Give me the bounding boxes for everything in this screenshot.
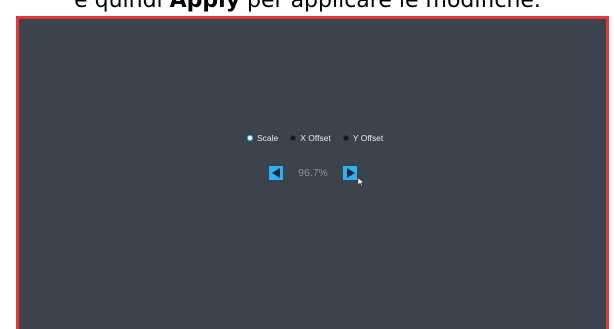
scale-value: 96.7% xyxy=(298,167,328,179)
caption-apply-word: Apply xyxy=(169,0,241,13)
caption-suffix: per applicare le modifiche. xyxy=(240,0,541,13)
display-adjust-screen: Scale X Offset Y Offset 96.7% xyxy=(19,19,606,329)
radio-selected-icon xyxy=(247,135,253,141)
highlight-frame: Scale X Offset Y Offset 96.7% xyxy=(16,16,609,329)
decrease-button[interactable] xyxy=(269,166,283,180)
value-stepper: 96.7% xyxy=(269,166,357,180)
tutorial-screenshot: e quindi Apply per applicare le modifich… xyxy=(0,0,615,329)
instruction-caption: e quindi Apply per applicare le modifich… xyxy=(0,0,615,14)
increase-button[interactable] xyxy=(343,166,357,180)
radio-option-x-offset[interactable]: X Offset xyxy=(290,133,331,143)
radio-label-x-offset: X Offset xyxy=(300,133,331,143)
mouse-pointer-icon xyxy=(358,178,364,186)
caption-prefix: e quindi xyxy=(74,0,170,13)
radio-option-y-offset[interactable]: Y Offset xyxy=(342,133,384,143)
radio-unselected-icon xyxy=(342,135,349,141)
radio-label-scale: Scale xyxy=(257,133,279,143)
radio-option-scale[interactable]: Scale xyxy=(247,133,278,143)
radio-label-y-offset: Y Offset xyxy=(352,133,384,143)
radio-unselected-icon xyxy=(290,135,297,141)
adjust-mode-radio-group: Scale X Offset Y Offset xyxy=(247,133,395,143)
